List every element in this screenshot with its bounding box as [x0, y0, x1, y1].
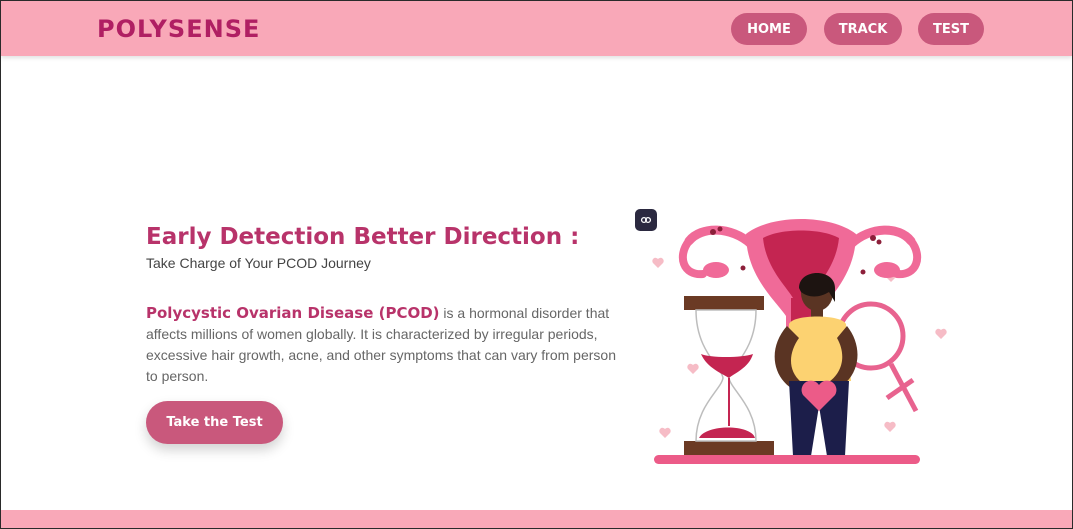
page: POLYSENSE HOME TRACK TEST Early Detectio…: [0, 0, 1073, 529]
nav-home-button[interactable]: HOME: [731, 13, 807, 45]
nav-test-button[interactable]: TEST: [918, 13, 984, 45]
pcod-illustration: [641, 206, 961, 471]
pcod-description: Polycystic Ovarian Disease (PCOD) is a h…: [146, 303, 616, 387]
navbar: POLYSENSE HOME TRACK TEST: [1, 1, 1072, 56]
pcod-term: Polycystic Ovarian Disease (PCOD): [146, 304, 440, 322]
nav-track-button[interactable]: TRACK: [824, 13, 902, 45]
brand-logo[interactable]: POLYSENSE: [97, 15, 260, 43]
hero-subtitle: Take Charge of Your PCOD Journey: [146, 255, 371, 271]
take-test-button[interactable]: Take the Test: [146, 401, 283, 444]
footer-bar: [1, 510, 1072, 528]
hero-title: Early Detection Better Direction :: [146, 224, 580, 250]
